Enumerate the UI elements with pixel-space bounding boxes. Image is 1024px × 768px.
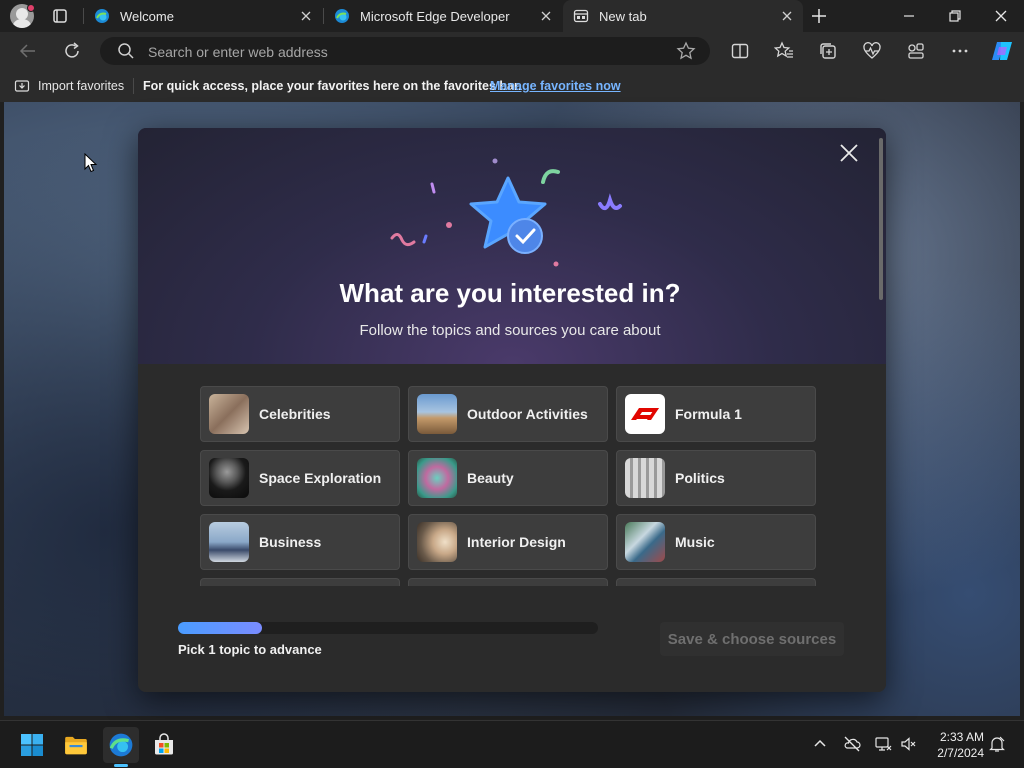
- address-placeholder: Search or enter web address: [148, 44, 328, 60]
- close-dialog-icon[interactable]: [838, 142, 860, 164]
- topic-formula-1[interactable]: Formula 1: [616, 386, 816, 442]
- collections-icon[interactable]: [818, 41, 838, 61]
- address-bar[interactable]: Search or enter web address: [100, 37, 710, 65]
- new-tab-plus-icon[interactable]: [811, 8, 827, 24]
- active-app-indicator: [114, 764, 128, 767]
- topic-space-exploration[interactable]: Space Exploration: [200, 450, 400, 506]
- close-tab-icon[interactable]: [781, 10, 793, 22]
- new-tab-page-icon: [573, 9, 589, 23]
- more-options-icon[interactable]: [950, 41, 970, 61]
- close-window-icon[interactable]: [993, 8, 1009, 24]
- store-bag-icon: [155, 733, 173, 755]
- star-check-illustration-icon: [390, 158, 622, 267]
- edge-icon: [335, 9, 349, 23]
- windows-logo-icon: [21, 734, 43, 756]
- split-screen-icon[interactable]: [730, 41, 750, 61]
- favorites-separator: [133, 78, 134, 94]
- profile-notification-badge: [27, 4, 35, 12]
- topic-card-partial[interactable]: [200, 578, 400, 586]
- notifications-bell-icon[interactable]: [988, 735, 1006, 753]
- favorites-bar-message: For quick access, place your favorites h…: [143, 79, 522, 93]
- dialog-subtitle: Follow the topics and sources you care a…: [359, 322, 661, 339]
- interior-design-thumbnail: [417, 522, 457, 562]
- topic-celebrities[interactable]: Celebrities: [200, 386, 400, 442]
- refresh-icon[interactable]: [62, 41, 82, 61]
- topic-label: Politics: [675, 470, 725, 486]
- taskbar: 2:33 AM 2/7/2024: [0, 720, 1024, 768]
- minimize-icon[interactable]: [901, 8, 917, 24]
- business-thumbnail: [209, 522, 249, 562]
- grid-fade: [138, 586, 878, 606]
- topic-card-partial[interactable]: [408, 578, 608, 586]
- edge-icon: [95, 9, 109, 23]
- tab-label: Microsoft Edge Developer: [360, 8, 510, 24]
- topic-interior-design[interactable]: Interior Design: [408, 514, 608, 570]
- title-bar: Welcome Microsoft Edge Developer New tab: [0, 0, 1024, 32]
- manage-favorites-link[interactable]: Manage favorites now: [490, 79, 621, 93]
- import-favorites-icon[interactable]: [14, 78, 30, 94]
- clock-date: 2/7/2024: [937, 746, 984, 760]
- mouse-cursor-icon: [84, 153, 98, 173]
- tab-label: Welcome: [120, 8, 174, 24]
- tab-new-tab[interactable]: New tab: [563, 0, 803, 32]
- extensions-icon[interactable]: [906, 41, 926, 61]
- import-favorites-button[interactable]: Import favorites: [38, 79, 124, 93]
- favorites-bar: Import favorites For quick access, place…: [0, 70, 1024, 102]
- tab-welcome[interactable]: Welcome: [84, 0, 322, 32]
- topic-label: Business: [259, 534, 322, 550]
- selection-progress-bar: [178, 622, 598, 634]
- tab-actions-icon[interactable]: [48, 4, 72, 28]
- file-explorer-button[interactable]: [58, 727, 94, 763]
- search-icon: [118, 43, 134, 59]
- close-tab-icon[interactable]: [540, 10, 552, 22]
- topic-beauty[interactable]: Beauty: [408, 450, 608, 506]
- edge-taskbar-button[interactable]: [103, 727, 139, 763]
- add-favorite-star-icon[interactable]: [676, 41, 696, 61]
- topic-politics[interactable]: Politics: [616, 450, 816, 506]
- topic-label: Beauty: [467, 470, 514, 486]
- start-button[interactable]: [14, 727, 50, 763]
- topic-label: Music: [675, 534, 715, 550]
- politics-thumbnail: [625, 458, 665, 498]
- close-tab-icon[interactable]: [300, 10, 312, 22]
- topic-card-partial[interactable]: [616, 578, 816, 586]
- microsoft-store-button[interactable]: [146, 727, 182, 763]
- chevron-up-icon[interactable]: [811, 735, 829, 753]
- space-exploration-thumbnail: [209, 458, 249, 498]
- progress-hint: Pick 1 topic to advance: [178, 642, 322, 657]
- topic-label: Formula 1: [675, 406, 742, 422]
- beauty-thumbnail: [417, 458, 457, 498]
- topic-label: Interior Design: [467, 534, 566, 550]
- save-choose-sources-button[interactable]: Save & choose sources: [660, 622, 844, 656]
- clock-time: 2:33 AM: [939, 730, 984, 744]
- tab-label: New tab: [599, 8, 647, 24]
- topic-business[interactable]: Business: [200, 514, 400, 570]
- dialog-scrollbar[interactable]: [879, 138, 883, 300]
- topic-label: Outdoor Activities: [467, 406, 588, 422]
- onedrive-offline-icon[interactable]: [843, 735, 861, 753]
- progress-fill: [178, 622, 262, 634]
- music-thumbnail: [625, 522, 665, 562]
- browser-essentials-icon[interactable]: [862, 41, 882, 61]
- topic-label: Celebrities: [259, 406, 331, 422]
- favorites-icon[interactable]: [774, 41, 794, 61]
- outdoor-activities-thumbnail: [417, 394, 457, 434]
- system-clock[interactable]: 2:33 AM 2/7/2024: [928, 729, 984, 761]
- interests-dialog: What are you interested in? Follow the t…: [138, 128, 886, 692]
- dialog-title: What are you interested in?: [339, 278, 681, 308]
- restore-icon[interactable]: [947, 8, 963, 24]
- topic-music[interactable]: Music: [616, 514, 816, 570]
- copilot-icon[interactable]: [989, 39, 1015, 63]
- formula-1-logo-icon: [625, 394, 665, 434]
- edge-icon: [109, 733, 133, 757]
- celebrities-thumbnail: [209, 394, 249, 434]
- browser-toolbar: Search or enter web address: [0, 32, 1024, 70]
- tab-microsoft-edge-developer[interactable]: Microsoft Edge Developer: [324, 0, 562, 32]
- volume-muted-icon[interactable]: [900, 735, 918, 753]
- folder-icon: [65, 736, 87, 755]
- back-arrow-icon[interactable]: [18, 41, 38, 61]
- topic-label: Space Exploration: [259, 470, 382, 486]
- topic-outdoor-activities[interactable]: Outdoor Activities: [408, 386, 608, 442]
- network-icon[interactable]: [874, 735, 892, 753]
